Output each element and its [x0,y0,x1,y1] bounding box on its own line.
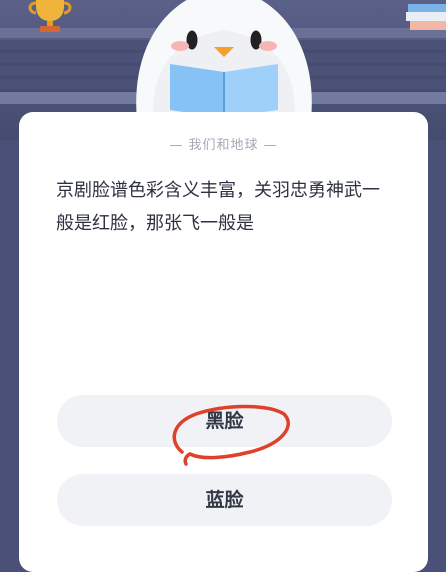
answer-option-blue-face[interactable]: 蓝脸 [57,474,392,526]
question-text: 京剧脸谱色彩含义丰富，关羽忠勇神武一般是红脸，那张飞一般是 [56,180,380,234]
card-subtitle: — 我们和地球 — [169,138,278,153]
answer-option-black-face[interactable]: 黑脸 [57,395,392,447]
quiz-card: — 我们和地球 — 京剧脸谱色彩含义丰富，关羽忠勇神武一般是红脸，那张飞一般是 … [19,112,428,572]
books-icon [406,4,446,30]
trophy-icon [28,0,72,32]
open-book-icon [170,64,278,118]
